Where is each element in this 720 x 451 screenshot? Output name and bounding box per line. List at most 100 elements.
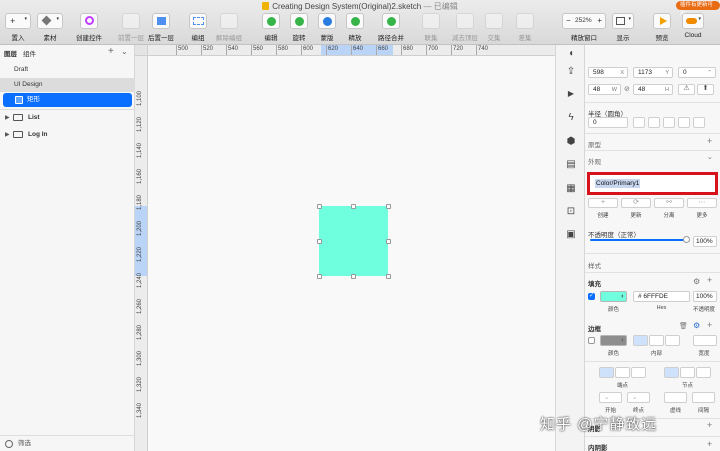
tab-components[interactable]: 组件 — [23, 51, 36, 58]
create-style-button[interactable]: + — [588, 198, 618, 208]
end-cap-butt[interactable] — [599, 367, 614, 378]
resize-handle[interactable] — [351, 204, 356, 209]
difference-button[interactable]: 差集 — [516, 13, 534, 42]
stepper-arrows-icon[interactable]: ⌃ — [707, 69, 712, 78]
play-icon[interactable]: ▶ — [565, 88, 577, 100]
union-button[interactable]: 联集 — [422, 13, 440, 42]
preview-button[interactable]: 预览 — [653, 13, 671, 42]
update-style-button[interactable]: ⟳ — [621, 198, 651, 208]
add-inner-shadow-icon[interactable]: + — [707, 439, 712, 449]
trash-icon[interactable]: 🗑 — [679, 322, 688, 330]
resize-handle[interactable] — [317, 239, 322, 244]
disclosure-triangle-icon[interactable]: ▶ — [5, 128, 10, 142]
lightning-icon[interactable]: ϟ — [565, 112, 577, 124]
page-item-ui-design[interactable]: UI Design — [0, 78, 135, 92]
resize-handle[interactable] — [386, 204, 391, 209]
y-field[interactable]: 1173 Y — [633, 67, 673, 78]
resize-handle[interactable] — [386, 274, 391, 279]
zoom-field[interactable]: −252% + — [562, 13, 606, 29]
view-button[interactable]: ▾ 显示 — [612, 13, 634, 42]
subtract-button[interactable]: 减去顶层 — [452, 13, 478, 42]
crop-icon[interactable]: ⊡ — [565, 206, 577, 218]
collapse-pages-icon[interactable]: ⌄ — [121, 47, 128, 56]
dash-field[interactable] — [664, 392, 687, 403]
export-icon[interactable]: ⇪ — [565, 66, 577, 78]
page-item-draft[interactable]: Draft — [0, 63, 135, 77]
resize-handle[interactable] — [386, 239, 391, 244]
image-icon[interactable]: ▣ — [565, 229, 577, 241]
end-cap-round[interactable] — [615, 367, 630, 378]
artboard-item-login[interactable]: ▶ Log In — [0, 128, 135, 142]
arrow-end-field[interactable]: ⌄ — [627, 392, 650, 403]
end-cap-square[interactable] — [631, 367, 646, 378]
detach-style-button[interactable]: ⚯ — [654, 198, 684, 208]
canvas[interactable]: 500 520 540 560 580 600 620 640 660 680 700 720 740 … — [135, 45, 555, 451]
rectangle-shape[interactable] — [319, 206, 388, 276]
opacity-field[interactable]: 100% — [693, 236, 717, 247]
corner-style-button[interactable] — [633, 117, 645, 128]
inspector-toggle-icon[interactable]: ◖ — [565, 48, 577, 60]
symbols-button[interactable]: ▾ 素材 — [37, 13, 63, 42]
shared-style-field[interactable]: Color/Primary1 — [587, 172, 718, 195]
collapse-icon[interactable]: ⌄ — [707, 153, 713, 161]
edit-button[interactable]: 编辑 — [262, 13, 280, 42]
layer-item-rectangle[interactable]: 矩形 — [3, 93, 132, 107]
border-position-center[interactable] — [649, 335, 664, 346]
flatten-button[interactable]: 路径合并 — [378, 13, 404, 42]
add-border-icon[interactable]: + — [707, 320, 712, 330]
scale-button[interactable]: 精放 — [346, 13, 364, 42]
ungroup-button[interactable]: 解除编组 — [216, 13, 242, 42]
artboard-item-list[interactable]: ▶ List — [0, 111, 135, 125]
arrow-start-field[interactable]: ⌄ — [599, 392, 622, 403]
gap-field[interactable] — [692, 392, 715, 403]
zoom-control[interactable]: −252% + 精放窗口 — [562, 13, 606, 42]
add-page-icon[interactable]: + — [108, 46, 114, 57]
border-enabled-checkbox[interactable] — [588, 337, 595, 344]
plugin-update-badge[interactable]: 插件有更新可用 — [676, 1, 720, 17]
join-round[interactable] — [680, 367, 695, 378]
lock-ratio-icon[interactable]: ⊘ — [624, 85, 630, 93]
resize-handle[interactable] — [317, 274, 322, 279]
bring-forward-button[interactable]: 前置一层 — [118, 13, 144, 42]
add-prototype-icon[interactable]: + — [707, 136, 712, 146]
insert-button[interactable]: + ▾ 置入 — [5, 13, 31, 42]
grid-icon[interactable]: ▦ — [565, 183, 577, 195]
add-fill-icon[interactable]: + — [707, 275, 712, 285]
send-backward-button[interactable]: 后置一层 — [148, 13, 174, 42]
color-picker-icon[interactable]: ◐ — [621, 337, 625, 344]
join-miter[interactable] — [664, 367, 679, 378]
more-style-button[interactable]: ⋯ — [687, 198, 717, 208]
fill-hex-field[interactable]: # 6FFFDE — [633, 291, 690, 302]
cloud-button[interactable]: ▾ Cloud — [682, 13, 704, 39]
corner-style-button[interactable] — [663, 117, 675, 128]
fill-settings-icon[interactable]: ⚙ — [693, 277, 700, 286]
filter-bar[interactable]: 筛选 — [0, 435, 135, 451]
hexagon-icon[interactable]: ⬢ — [565, 136, 577, 148]
mask-button[interactable]: 蒙版 — [318, 13, 336, 42]
border-width-field[interactable] — [693, 335, 717, 346]
tab-layers[interactable]: 图层 — [4, 51, 17, 58]
rotate-button[interactable]: 旋转 — [290, 13, 308, 42]
fill-enabled-checkbox[interactable]: ✓ — [588, 293, 595, 300]
border-settings-icon[interactable]: ⚙ — [693, 321, 700, 330]
create-symbol-button[interactable]: 创建控件 — [76, 13, 102, 42]
disclosure-triangle-icon[interactable]: ▶ — [5, 111, 10, 125]
width-field[interactable]: 48 W — [588, 84, 621, 95]
height-field[interactable]: 48 H — [633, 84, 673, 95]
border-position-outside[interactable] — [665, 335, 680, 346]
flip-vertical-icon[interactable]: ⬆ — [697, 84, 714, 95]
add-shadow-icon[interactable]: + — [707, 420, 712, 430]
corner-style-button[interactable] — [678, 117, 690, 128]
layout-icon[interactable]: ▤ — [565, 159, 577, 171]
join-bevel[interactable] — [696, 367, 711, 378]
resize-handle[interactable] — [351, 274, 356, 279]
opacity-slider[interactable] — [590, 239, 688, 241]
color-picker-icon[interactable]: ◐ — [621, 293, 625, 300]
intersect-button[interactable]: 交集 — [485, 13, 503, 42]
resize-handle[interactable] — [317, 204, 322, 209]
group-button[interactable]: 编组 — [189, 13, 207, 42]
x-field[interactable]: 598 X — [588, 67, 628, 78]
flip-horizontal-icon[interactable]: ⚠ — [678, 84, 695, 95]
opacity-slider-knob[interactable] — [683, 236, 690, 243]
corner-style-button[interactable] — [648, 117, 660, 128]
